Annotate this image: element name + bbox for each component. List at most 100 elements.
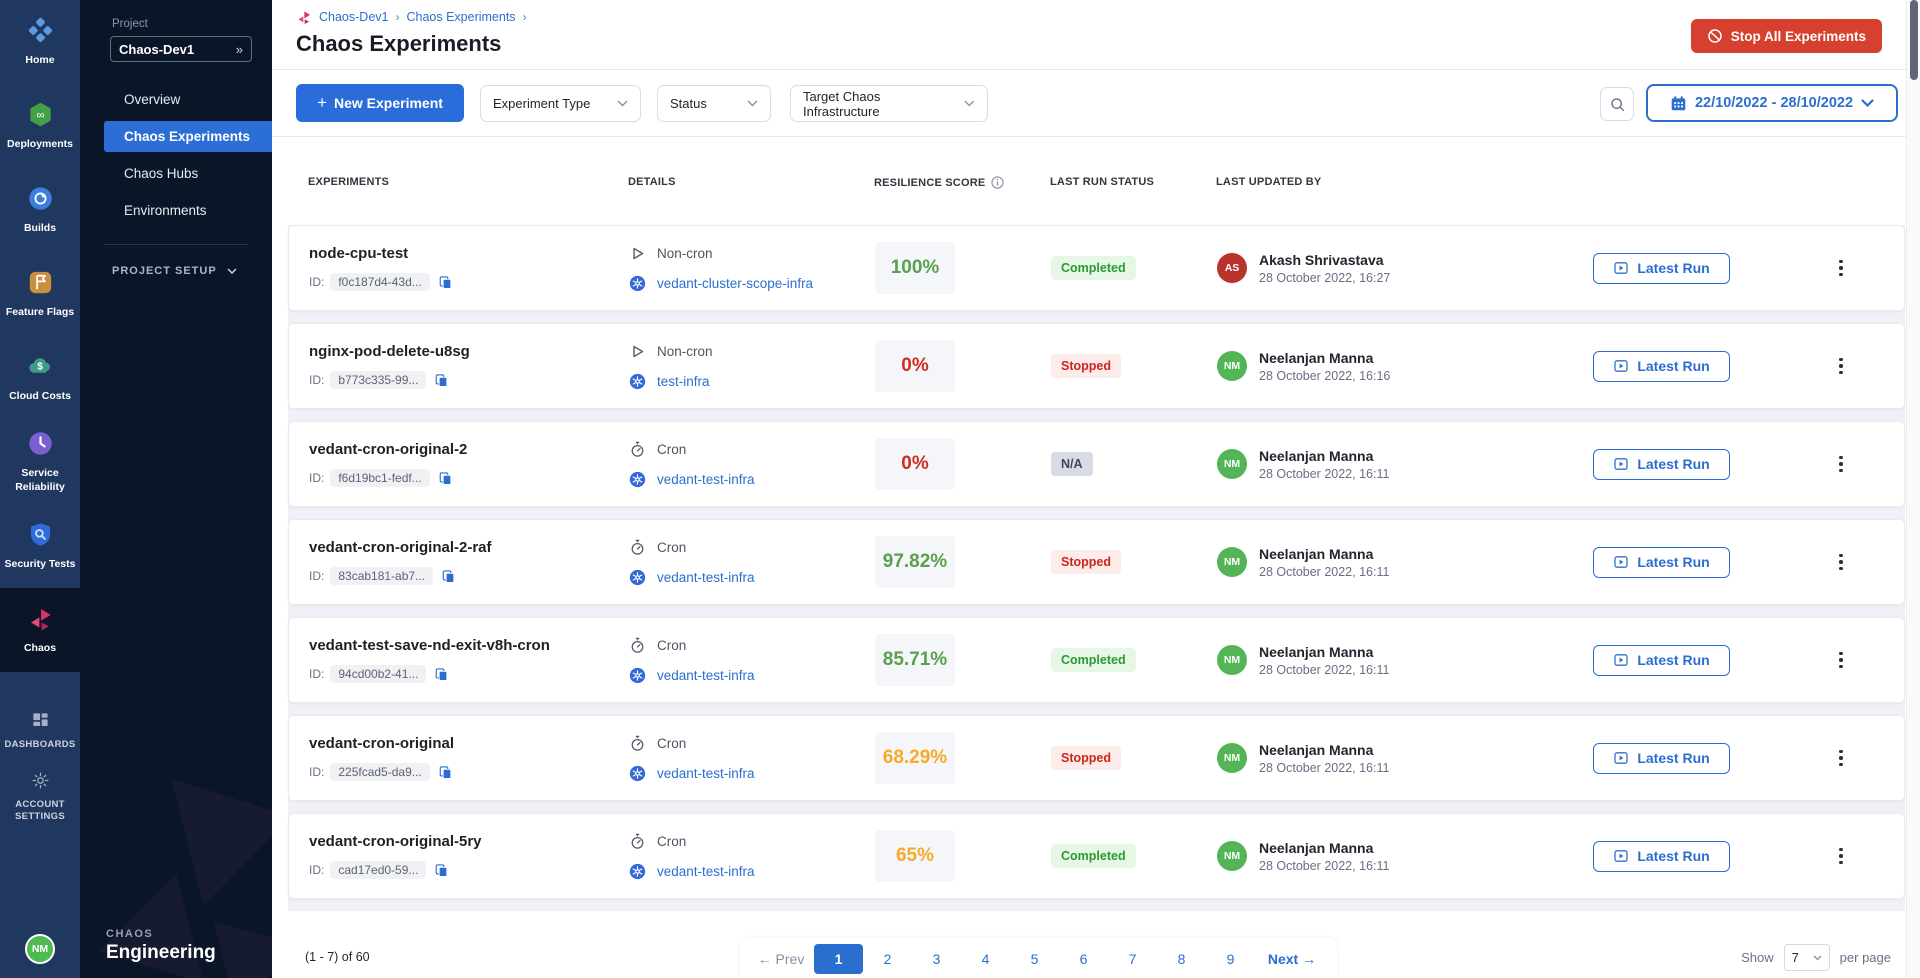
sidebar-item-cloud-costs[interactable]: $ Cloud Costs bbox=[0, 336, 80, 420]
page-number-button[interactable]: 3 bbox=[912, 944, 961, 974]
updated-date: 28 October 2022, 16:11 bbox=[1259, 663, 1389, 677]
project-selector[interactable]: Chaos-Dev1 » bbox=[110, 36, 252, 62]
infrastructure-link[interactable]: test-infra bbox=[657, 374, 710, 389]
page-number-button[interactable]: 6 bbox=[1059, 944, 1108, 974]
breadcrumb-experiments-link[interactable]: Chaos Experiments bbox=[406, 10, 515, 24]
latest-run-button[interactable]: Latest Run bbox=[1593, 547, 1730, 578]
experiment-name[interactable]: vedant-test-save-nd-exit-v8h-cron bbox=[309, 637, 629, 654]
copy-icon[interactable] bbox=[441, 569, 456, 584]
column-label: RESILIENCE SCORE bbox=[874, 177, 985, 189]
stop-all-experiments-button[interactable]: Stop All Experiments bbox=[1691, 19, 1882, 53]
copy-icon[interactable] bbox=[434, 373, 449, 388]
run-icon bbox=[1613, 554, 1629, 570]
sidebar-item-service-reliability[interactable]: Service Reliability bbox=[0, 420, 80, 504]
page-number-button[interactable]: 7 bbox=[1108, 944, 1157, 974]
page-number-button[interactable]: 5 bbox=[1010, 944, 1059, 974]
date-range-picker[interactable]: 22/10/2022 - 28/10/2022 bbox=[1646, 84, 1898, 122]
infrastructure-link[interactable]: vedant-test-infra bbox=[657, 472, 755, 487]
nav-item-chaos-hubs[interactable]: Chaos Hubs bbox=[104, 158, 272, 189]
row-menu-kebab-icon[interactable] bbox=[1834, 550, 1848, 575]
nav-item-environments[interactable]: Environments bbox=[104, 195, 272, 226]
sidebar-item-chaos[interactable]: Chaos bbox=[0, 588, 80, 672]
experiment-row[interactable]: vedant-cron-original-5ry ID: cad17ed0-59… bbox=[288, 813, 1905, 899]
svg-text:$: $ bbox=[37, 361, 43, 372]
row-menu-kebab-icon[interactable] bbox=[1834, 452, 1848, 477]
id-prefix: ID: bbox=[309, 471, 324, 485]
sidebar-item-security-tests[interactable]: Security Tests bbox=[0, 504, 80, 588]
latest-run-button[interactable]: Latest Run bbox=[1593, 743, 1730, 774]
experiment-name[interactable]: nginx-pod-delete-u8sg bbox=[309, 343, 629, 360]
infrastructure-link[interactable]: vedant-cluster-scope-infra bbox=[657, 276, 813, 291]
prev-page-button[interactable]: ← Prev bbox=[748, 951, 814, 967]
info-icon[interactable] bbox=[991, 176, 1004, 189]
experiment-name[interactable]: vedant-cron-original-5ry bbox=[309, 833, 629, 850]
latest-run-button[interactable]: Latest Run bbox=[1593, 645, 1730, 676]
row-menu-kebab-icon[interactable] bbox=[1834, 648, 1848, 673]
new-experiment-label: New Experiment bbox=[334, 95, 443, 111]
sidebar-item-deployments[interactable]: ∞ Deployments bbox=[0, 84, 80, 168]
nav-item-chaos-experiments[interactable]: Chaos Experiments bbox=[104, 121, 272, 152]
infrastructure-link[interactable]: vedant-test-infra bbox=[657, 766, 755, 781]
latest-run-button[interactable]: Latest Run bbox=[1593, 351, 1730, 382]
experiment-row[interactable]: node-cpu-test ID: f0c187d4-43d... Non-cr… bbox=[288, 225, 1905, 311]
toolbar: + New Experiment Experiment Type Status … bbox=[272, 70, 1906, 137]
copy-icon[interactable] bbox=[438, 765, 453, 780]
status-badge: Stopped bbox=[1051, 746, 1121, 770]
user-avatar[interactable]: NM bbox=[25, 934, 55, 964]
infrastructure-line: test-infra bbox=[629, 373, 875, 390]
row-menu-kebab-icon[interactable] bbox=[1834, 354, 1848, 379]
latest-run-button[interactable]: Latest Run bbox=[1593, 253, 1730, 284]
dashboards-icon bbox=[31, 711, 50, 735]
id-prefix: ID: bbox=[309, 765, 324, 779]
row-menu-kebab-icon[interactable] bbox=[1834, 746, 1848, 771]
last-run-status-cell: Stopped bbox=[1051, 746, 1217, 770]
experiment-name[interactable]: vedant-cron-original-2-raf bbox=[309, 539, 629, 556]
page-number-button[interactable]: 1 bbox=[814, 944, 863, 974]
chevron-down-icon bbox=[227, 268, 237, 274]
scrollbar-thumb[interactable] bbox=[1910, 0, 1918, 80]
copy-icon[interactable] bbox=[434, 667, 449, 682]
page-number-button[interactable]: 4 bbox=[961, 944, 1010, 974]
experiment-type-filter[interactable]: Experiment Type bbox=[480, 85, 641, 122]
copy-icon[interactable] bbox=[434, 863, 449, 878]
experiment-name-cell: vedant-cron-original ID: 225fcad5-da9... bbox=[309, 735, 629, 781]
infrastructure-link[interactable]: vedant-test-infra bbox=[657, 570, 755, 585]
experiment-name[interactable]: vedant-cron-original bbox=[309, 735, 629, 752]
latest-run-button[interactable]: Latest Run bbox=[1593, 449, 1730, 480]
sidebar-item-builds[interactable]: Builds bbox=[0, 168, 80, 252]
page-number-button[interactable]: 8 bbox=[1157, 944, 1206, 974]
experiment-row[interactable]: nginx-pod-delete-u8sg ID: b773c335-99...… bbox=[288, 323, 1905, 409]
sidebar-item-home[interactable]: Home bbox=[0, 0, 80, 84]
page-number-button[interactable]: 2 bbox=[863, 944, 912, 974]
nav-item-overview[interactable]: Overview bbox=[104, 84, 272, 115]
status-filter[interactable]: Status bbox=[657, 85, 771, 122]
breadcrumb-project-link[interactable]: Chaos-Dev1 bbox=[319, 10, 388, 24]
experiment-row[interactable]: vedant-test-save-nd-exit-v8h-cron ID: 94… bbox=[288, 617, 1905, 703]
experiment-name-cell: vedant-test-save-nd-exit-v8h-cron ID: 94… bbox=[309, 637, 629, 683]
experiment-row[interactable]: vedant-cron-original-2-raf ID: 83cab181-… bbox=[288, 519, 1905, 605]
latest-run-button[interactable]: Latest Run bbox=[1593, 841, 1730, 872]
page-size-select[interactable]: 7 bbox=[1784, 944, 1830, 971]
target-infrastructure-filter[interactable]: Target Chaos Infrastructure bbox=[790, 85, 988, 122]
sidebar-item-dashboards[interactable]: DASHBOARDS bbox=[0, 698, 80, 764]
new-experiment-button[interactable]: + New Experiment bbox=[296, 84, 464, 122]
experiment-name[interactable]: vedant-cron-original-2 bbox=[309, 441, 629, 458]
sidebar-item-feature-flags[interactable]: Feature Flags bbox=[0, 252, 80, 336]
experiment-row[interactable]: vedant-cron-original ID: 225fcad5-da9...… bbox=[288, 715, 1905, 801]
copy-icon[interactable] bbox=[438, 275, 453, 290]
experiment-name[interactable]: node-cpu-test bbox=[309, 245, 629, 262]
copy-icon[interactable] bbox=[438, 471, 453, 486]
details-cell: Cron vedant-test-infra bbox=[629, 833, 875, 880]
search-button[interactable] bbox=[1600, 87, 1634, 121]
row-menu-kebab-icon[interactable] bbox=[1834, 844, 1848, 869]
experiment-row[interactable]: vedant-cron-original-2 ID: f6d19bc1-fedf… bbox=[288, 421, 1905, 507]
project-setup-toggle[interactable]: PROJECT SETUP bbox=[112, 265, 272, 277]
row-menu-kebab-icon[interactable] bbox=[1834, 256, 1848, 281]
vertical-scrollbar[interactable] bbox=[1906, 0, 1920, 978]
next-page-button[interactable]: Next → bbox=[1255, 951, 1329, 967]
sidebar-item-account-settings[interactable]: ACCOUNT SETTINGS bbox=[0, 764, 80, 830]
infrastructure-link[interactable]: vedant-test-infra bbox=[657, 864, 755, 879]
infrastructure-link[interactable]: vedant-test-infra bbox=[657, 668, 755, 683]
collapse-sidebar-icon[interactable]: » bbox=[236, 42, 243, 57]
page-number-button[interactable]: 9 bbox=[1206, 944, 1255, 974]
